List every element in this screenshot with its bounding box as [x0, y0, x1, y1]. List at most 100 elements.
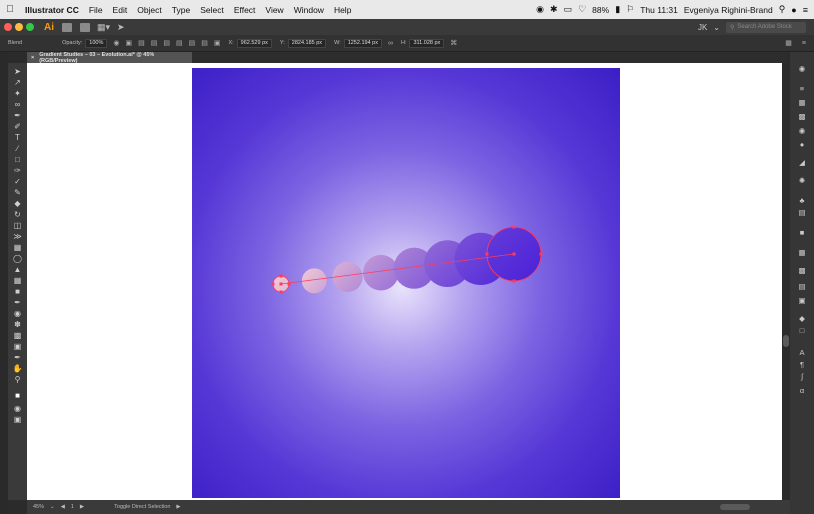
rectangle-icon[interactable]: □ — [8, 155, 27, 165]
workspace-user[interactable]: JK — [698, 23, 707, 32]
brushes-icon[interactable]: ✺ — [790, 176, 814, 185]
layers-icon[interactable]: ▩ — [790, 112, 814, 121]
anchor-point-handle[interactable] — [539, 252, 543, 256]
airplay-icon[interactable]: ▭ — [564, 4, 573, 15]
gradient-icon[interactable]: ■ — [8, 287, 27, 297]
menu-edit[interactable]: Edit — [108, 5, 133, 15]
anchor-point-handle[interactable] — [287, 282, 291, 286]
free-transform-icon[interactable]: ▦ — [8, 243, 27, 253]
stock-search-input[interactable]: ⚲ Search Adobe Stock — [726, 21, 806, 33]
line-icon[interactable]: ∕ — [8, 144, 27, 154]
pathfinder-icon[interactable]: ▣ — [790, 296, 814, 305]
zoom-level[interactable]: 45% — [33, 504, 44, 510]
isolate-object-icon[interactable]: ⌘ — [450, 39, 457, 47]
prev-artboard-icon[interactable]: ◀ — [61, 504, 65, 510]
document-tab[interactable]: × Gradient Studies – 03 – Evolution.ai* … — [27, 52, 192, 64]
h-field[interactable]: 311.028 px — [409, 38, 445, 48]
mesh-icon[interactable]: ▦ — [8, 276, 27, 286]
status-menu-icon[interactable]: ▶ — [176, 504, 180, 510]
link-proportions-icon[interactable]: ∞ — [388, 40, 393, 47]
gradient-panel-icon[interactable]: ■ — [790, 228, 814, 237]
close-tab-icon[interactable]: × — [31, 55, 34, 61]
align-bottom-icon[interactable]: ▤ — [201, 39, 208, 47]
spotlight-icon[interactable]: ⚲ — [779, 4, 786, 15]
creative-cloud-icon[interactable]: ◉ — [536, 4, 544, 15]
align-right-icon[interactable]: ▤ — [163, 39, 170, 47]
align-middle-icon[interactable]: ▤ — [189, 39, 196, 47]
recolor-artwork-icon[interactable]: ◉ — [113, 39, 119, 47]
x-field[interactable]: 962.529 px — [236, 38, 272, 48]
status-tool-text[interactable]: Toggle Direct Selection — [114, 504, 170, 510]
anchor-point-handle[interactable] — [512, 225, 516, 229]
stock-icon[interactable] — [80, 22, 90, 32]
shaper-icon[interactable]: ✓ — [8, 177, 27, 187]
blend-artwork[interactable] — [192, 68, 620, 498]
swatches-icon[interactable]: ◢ — [790, 158, 814, 167]
rotate-icon[interactable]: ↻ — [8, 210, 27, 220]
anchor-point-handle[interactable] — [279, 290, 283, 294]
screen-mode-icon[interactable]: ▣ — [8, 415, 27, 425]
opentype-icon[interactable]: ∫ — [790, 372, 814, 381]
lasso-icon[interactable]: ∞ — [8, 100, 27, 110]
battery-icon[interactable]: ▮ — [615, 4, 620, 15]
glyphs-icon[interactable]: α — [790, 386, 814, 395]
align-to-icon[interactable]: ▣ — [125, 39, 132, 47]
fill-stroke-icon[interactable]: ■ — [8, 391, 27, 401]
transform-reference-icon[interactable]: ▣ — [214, 39, 221, 47]
w-field[interactable]: 1252.194 px — [343, 38, 382, 48]
opacity-field[interactable]: 100% — [85, 38, 108, 48]
perspective-icon[interactable]: ▲ — [8, 265, 27, 275]
vertical-scrollbar[interactable] — [782, 63, 790, 500]
menu-file[interactable]: File — [84, 5, 108, 15]
draw-mode-icon[interactable]: ◉ — [8, 404, 27, 414]
symbols-icon[interactable]: ♣ — [790, 196, 814, 205]
links-icon[interactable]: □ — [790, 326, 814, 335]
character-icon[interactable]: A — [790, 348, 814, 357]
notification-center-icon[interactable]: ≡ — [803, 5, 808, 15]
pen-icon[interactable]: ✒ — [8, 111, 27, 121]
menu-help[interactable]: Help — [329, 5, 356, 15]
canvas-area[interactable] — [27, 63, 782, 500]
clock[interactable]: Thu 11:31 — [640, 5, 678, 15]
menu-view[interactable]: View — [260, 5, 288, 15]
align-left-icon[interactable]: ▤ — [138, 39, 145, 47]
zoom-dropdown-icon[interactable]: ⌄ — [50, 504, 55, 510]
opacity-label[interactable]: Opacity: — [62, 40, 82, 46]
artboards-panel-icon[interactable]: ◆ — [790, 314, 814, 323]
battery-percent[interactable]: 88% — [592, 5, 609, 15]
artboard-number[interactable]: 1 — [71, 504, 74, 510]
control-menu-icon[interactable]: ≡ — [802, 40, 806, 47]
selection-icon[interactable]: ➤ — [8, 67, 27, 77]
zoom-icon[interactable]: ⚲ — [8, 375, 27, 385]
libraries-icon[interactable]: ▦ — [790, 98, 814, 107]
vertical-scroll-thumb[interactable] — [783, 335, 789, 347]
input-source-flag-icon[interactable]: ⚐ — [626, 4, 634, 15]
user-name[interactable]: Evgeniya Righini-Brand — [684, 5, 773, 15]
bridge-icon[interactable] — [62, 22, 72, 32]
slice-icon[interactable]: ✒ — [8, 353, 27, 363]
blend-icon[interactable]: ◉ — [8, 309, 27, 319]
stroke-icon[interactable]: ▤ — [790, 208, 814, 217]
anchor-point-handle[interactable] — [271, 282, 275, 286]
arrange-panel-icon[interactable]: ▦ — [785, 39, 792, 47]
eraser-icon[interactable]: ◆ — [8, 199, 27, 209]
direct-selection-icon[interactable]: ↗ — [8, 78, 27, 88]
align-center-icon[interactable]: ▤ — [151, 39, 158, 47]
chevron-down-icon[interactable]: ⌄ — [713, 23, 720, 32]
transform-icon[interactable]: ▩ — [790, 266, 814, 275]
wifi-icon[interactable]: ♡ — [578, 4, 586, 15]
pencil-icon[interactable]: ✎ — [8, 188, 27, 198]
align-top-icon[interactable]: ▤ — [176, 39, 183, 47]
gpu-performance-icon[interactable]: ➤ — [117, 22, 125, 33]
align-icon[interactable]: ▤ — [790, 282, 814, 291]
properties-icon[interactable]: ≡ — [790, 84, 814, 93]
appearance-icon[interactable]: ◉ — [790, 126, 814, 135]
column-graph-icon[interactable]: ▩ — [8, 331, 27, 341]
arrange-documents-icon[interactable]: ▦▾ — [97, 22, 110, 33]
close-window-icon[interactable] — [4, 23, 12, 31]
symbol-sprayer-icon[interactable]: ✽ — [8, 320, 27, 330]
artboard[interactable] — [192, 68, 620, 498]
menu-app-name[interactable]: Illustrator CC — [20, 5, 84, 15]
magic-wand-icon[interactable]: ✦ — [8, 89, 27, 99]
menu-effect[interactable]: Effect — [229, 5, 261, 15]
